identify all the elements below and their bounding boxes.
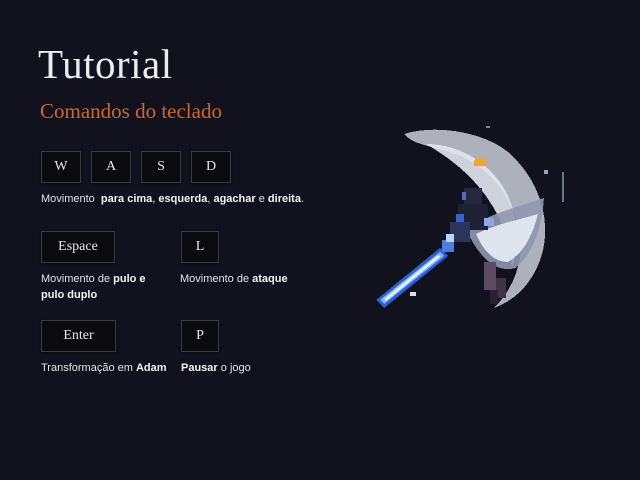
glowing-sword xyxy=(376,234,454,308)
knight-sword-slash-sprite-icon xyxy=(376,126,564,308)
key-d[interactable]: D xyxy=(191,151,231,183)
attack-description: Movimento de ataque xyxy=(180,273,288,285)
knight-legs xyxy=(484,262,496,290)
key-space[interactable]: Espace xyxy=(41,231,115,263)
key-s[interactable]: S xyxy=(141,151,181,183)
crown xyxy=(474,160,486,166)
pause-description: Pausar o jogo xyxy=(181,362,251,374)
key-w[interactable]: W xyxy=(41,151,81,183)
movement-description: Movimento para cima, esquerda, agachar e… xyxy=(41,193,304,205)
key-enter[interactable]: Enter xyxy=(41,320,116,352)
page-title: Tutorial xyxy=(38,41,173,87)
page-subtitle: Comandos do teclado xyxy=(40,99,222,123)
key-p[interactable]: P xyxy=(181,320,219,352)
key-l[interactable]: L xyxy=(181,231,219,263)
key-a[interactable]: A xyxy=(91,151,131,183)
transform-description: Transformação em Adam xyxy=(41,362,167,374)
knight-head xyxy=(464,188,482,204)
tutorial-screen: Tutorial Comandos do teclado W A S D Mov… xyxy=(0,0,640,480)
jump-description: Movimento de pulo e pulo duplo xyxy=(41,273,146,301)
